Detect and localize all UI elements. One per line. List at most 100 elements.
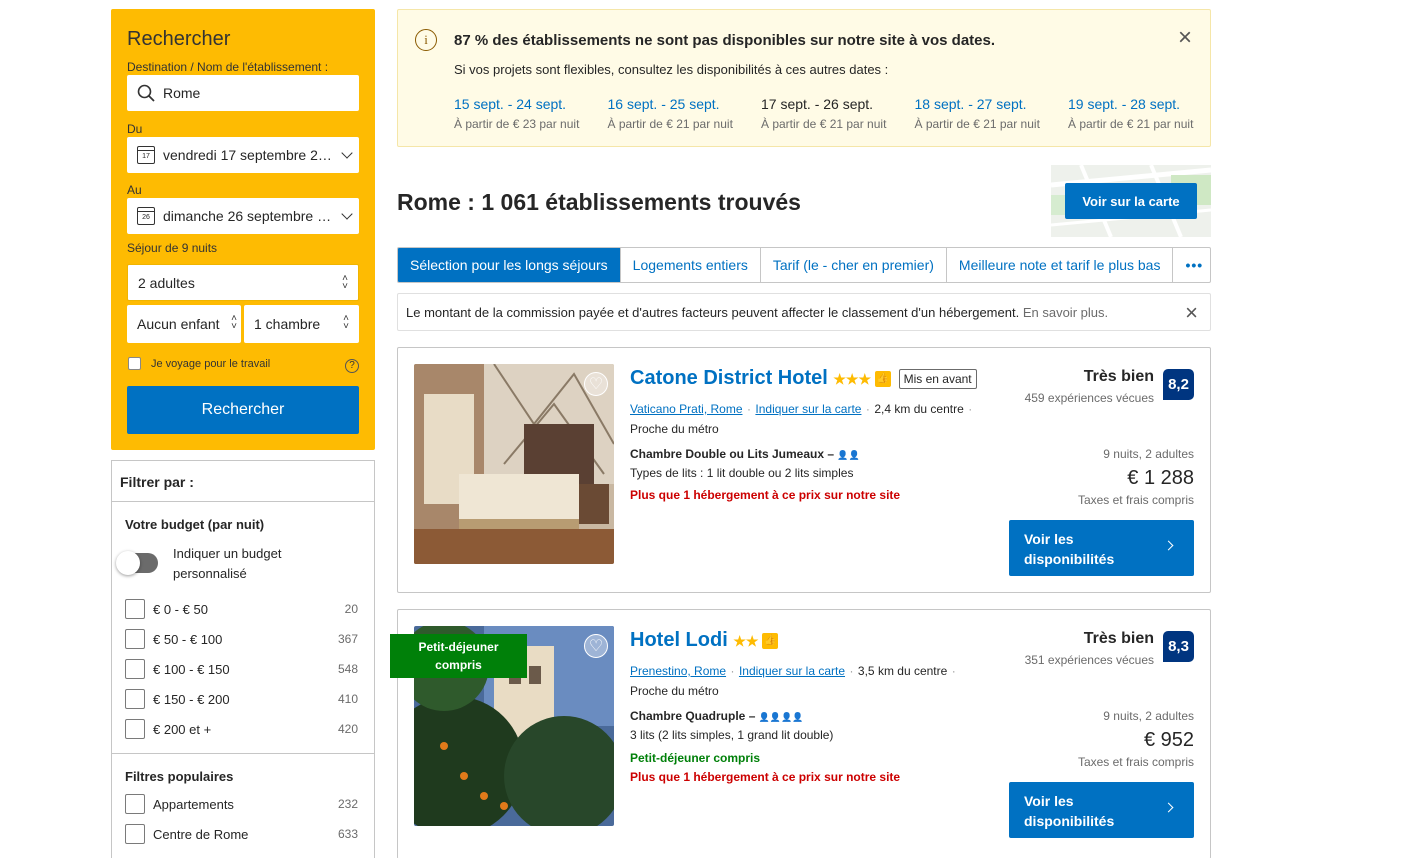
destination-input[interactable]: Rome <box>127 75 359 111</box>
divider <box>112 753 374 754</box>
cta-line2: disponibilités <box>1024 813 1115 829</box>
alt-dates: 15 sept. - 24 sept. À partir de € 23 par … <box>454 96 1222 131</box>
checkout-field[interactable]: 26 dimanche 26 septembre 2... <box>127 198 359 234</box>
option-count: 232 <box>337 797 358 811</box>
updown-icon: ˄ ˅ <box>231 313 237 332</box>
close-icon[interactable]: × <box>1185 300 1198 326</box>
budget-toggle[interactable] <box>116 551 158 575</box>
review-count[interactable]: 459 expériences vécues <box>1025 391 1154 405</box>
featured-badge: Mis en avant <box>898 368 977 389</box>
price: € 952 <box>1143 729 1194 751</box>
alt-date-option[interactable]: 19 sept. - 28 sept. À partir de € 21 par … <box>1068 96 1222 131</box>
toggle-knob <box>116 551 140 575</box>
show-on-map-link[interactable]: Indiquer sur la carte <box>739 664 845 678</box>
budget-option[interactable]: € 200 et + 420 <box>125 719 358 739</box>
alt-date-range[interactable]: 16 sept. - 25 sept. <box>608 96 762 112</box>
hotel-name[interactable]: Hotel Lodi <box>630 629 728 651</box>
checkin-field[interactable]: 17 vendredi 17 septembre 20... <box>127 137 359 173</box>
alt-date-option[interactable]: 15 sept. - 24 sept. À partir de € 23 par … <box>454 96 608 131</box>
option-label: € 0 - € 50 <box>153 601 208 617</box>
sort-tabs: Sélection pour les longs séjours Logemen… <box>397 247 1211 283</box>
scarcity-message: Plus que 1 hébergement à ce prix sur not… <box>630 488 901 502</box>
rooms-select[interactable]: 1 chambre ˄ ˅ <box>244 305 359 343</box>
checkbox[interactable] <box>125 689 145 709</box>
occupancy-icon: 👤👤👤👤 <box>758 712 804 722</box>
tab-entire-homes[interactable]: Logements entiers <box>621 248 761 282</box>
rating-word: Très bien <box>1083 368 1154 385</box>
checkout-value: dimanche 26 septembre 2... <box>163 208 335 224</box>
alt-date-range[interactable]: 19 sept. - 28 sept. <box>1068 96 1222 112</box>
room-type: Chambre Quadruple – 👤👤👤👤 <box>630 709 804 723</box>
budget-option[interactable]: € 50 - € 100 367 <box>125 629 358 649</box>
checkbox[interactable] <box>125 719 145 739</box>
checkbox[interactable] <box>125 599 145 619</box>
business-checkbox[interactable] <box>128 357 141 370</box>
hotel-name-row: Catone District Hotel ★★★ 👍 Mis en avant <box>630 367 977 390</box>
filter-panel: Filtrer par : Votre budget (par nuit) In… <box>111 460 375 858</box>
checkbox[interactable] <box>125 629 145 649</box>
alt-date-option[interactable]: 16 sept. - 25 sept. À partir de € 21 par … <box>608 96 762 131</box>
review-count[interactable]: 351 expériences vécues <box>1025 653 1154 667</box>
search-button[interactable]: Rechercher <box>127 386 359 434</box>
distance-text: 3,5 km du centre <box>857 664 948 678</box>
heart-icon[interactable]: ♡ <box>584 372 608 396</box>
checkbox[interactable] <box>125 824 145 844</box>
option-label: € 50 - € 100 <box>153 631 223 647</box>
popular-option[interactable]: Centre de Rome 633 <box>125 824 358 844</box>
option-count: 20 <box>344 602 358 616</box>
children-value: Aucun enfant <box>137 316 220 332</box>
tab-lowest-price[interactable]: Tarif (le - cher en premier) <box>761 248 947 282</box>
search-panel: Rechercher Destination / Nom de l'établi… <box>111 9 375 450</box>
destination-label: Destination / Nom de l'établissement : <box>127 60 329 74</box>
show-on-map-link[interactable]: Indiquer sur la carte <box>755 402 861 416</box>
star-rating-icon: ★★ <box>733 633 759 649</box>
alt-date-range[interactable]: 15 sept. - 24 sept. <box>454 96 608 112</box>
adults-select[interactable]: 2 adultes ˄ ˅ <box>127 264 359 301</box>
tab-best-reviewed[interactable]: Meilleure note et tarif le plus bas <box>947 248 1174 282</box>
more-options-icon[interactable]: ••• <box>1173 248 1210 282</box>
hotel-name[interactable]: Catone District Hotel <box>630 367 828 389</box>
map-thumbnail[interactable]: Voir sur la carte <box>1051 165 1211 237</box>
heart-icon[interactable]: ♡ <box>584 634 608 658</box>
option-count: 410 <box>337 692 358 706</box>
alt-date-option[interactable]: 18 sept. - 27 sept. À partir de € 21 par … <box>915 96 1069 131</box>
hotel-location: Vaticano Prati, Rome · Indiquer sur la c… <box>630 402 973 416</box>
see-availability-button[interactable]: Voir les disponibilités <box>1009 782 1194 838</box>
hotel-location: Prenestino, Rome · Indiquer sur la carte… <box>630 664 956 678</box>
checkin-label: Du <box>127 122 143 136</box>
taxes-note: Taxes et frais compris <box>1077 493 1194 507</box>
see-availability-button[interactable]: Voir les disponibilités <box>1009 520 1194 576</box>
checkbox[interactable] <box>125 794 145 814</box>
popular-option[interactable]: Appartements 232 <box>125 794 358 814</box>
review-score: 8,3 <box>1163 631 1194 662</box>
destination-value: Rome <box>163 85 201 101</box>
option-count: 367 <box>337 632 358 646</box>
custom-budget-label: Indiquer un budget personnalisé <box>173 544 281 584</box>
distance-text: 2,4 km du centre <box>874 402 964 416</box>
option-label: € 200 et + <box>153 721 212 737</box>
budget-option[interactable]: € 150 - € 200 410 <box>125 689 358 709</box>
alt-date-range[interactable]: 18 sept. - 27 sept. <box>915 96 1069 112</box>
checkbox[interactable] <box>125 659 145 679</box>
learn-more-link[interactable]: En savoir plus. <box>1023 305 1108 320</box>
hotel-photo[interactable] <box>414 364 614 564</box>
budget-option[interactable]: € 0 - € 50 20 <box>125 599 358 619</box>
business-label: Je voyage pour le travail <box>151 357 271 370</box>
checkout-label: Au <box>127 183 142 197</box>
area-link[interactable]: Vaticano Prati, Rome <box>630 402 743 416</box>
tab-long-stays[interactable]: Sélection pour les longs séjours <box>398 248 621 282</box>
budget-option[interactable]: € 100 - € 150 548 <box>125 659 358 679</box>
business-travel-option[interactable]: Je voyage pour le travail <box>128 357 270 370</box>
view-map-button[interactable]: Voir sur la carte <box>1065 183 1197 219</box>
calendar-icon: 17 <box>137 146 155 164</box>
popular-title: Filtres populaires <box>125 769 234 784</box>
help-icon[interactable]: ? <box>345 359 359 373</box>
children-select[interactable]: Aucun enfant ˄ ˅ <box>127 305 241 343</box>
area-link[interactable]: Prenestino, Rome <box>630 664 726 678</box>
alt-date-price: À partir de € 21 par nuit <box>761 117 887 131</box>
close-icon[interactable]: × <box>1178 26 1192 50</box>
rating-word: Très bien <box>1083 630 1154 647</box>
price: € 1 288 <box>1127 467 1194 489</box>
updown-icon: ˄ ˅ <box>343 313 349 332</box>
budget-title: Votre budget (par nuit) <box>125 517 265 532</box>
